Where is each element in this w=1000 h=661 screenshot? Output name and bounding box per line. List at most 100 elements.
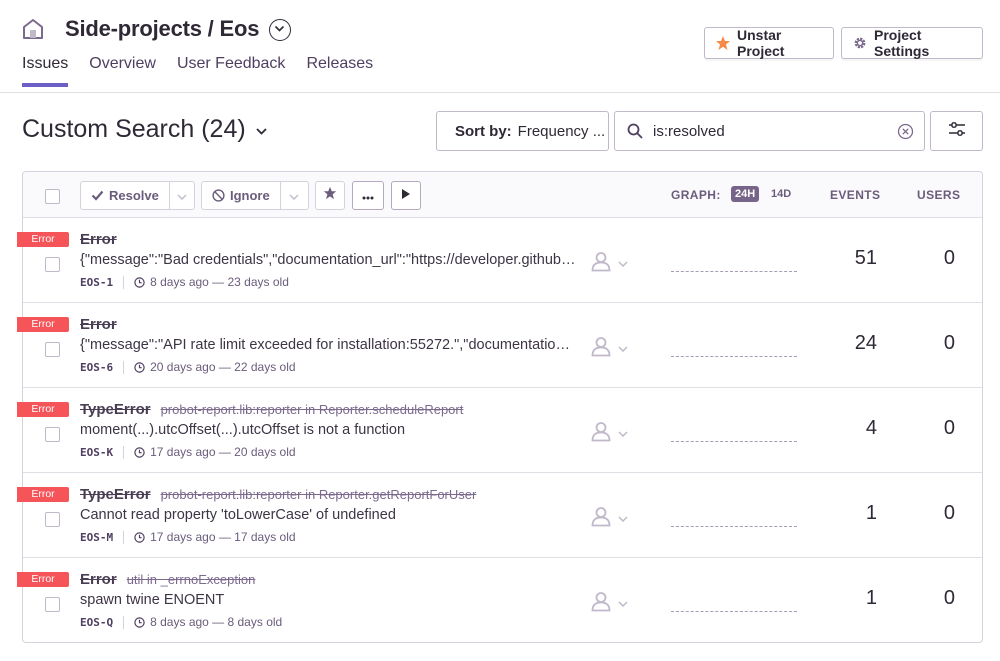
graph-range-24h[interactable]: 24H	[731, 186, 760, 202]
search-input[interactable]	[653, 122, 883, 140]
chevron-down-icon	[618, 600, 628, 607]
issue-row[interactable]: Error Error {"message":"Bad credentials"…	[17, 218, 982, 303]
tab-releases[interactable]: Releases	[306, 55, 373, 87]
resolve-button-group: Resolve	[80, 181, 195, 210]
issue-row[interactable]: Error Error util in _errnoException spaw…	[17, 558, 982, 643]
ellipsis-icon	[362, 187, 374, 205]
issue-type: Error	[80, 231, 117, 248]
issue-checkbox[interactable]	[45, 512, 60, 527]
event-graph	[671, 271, 797, 272]
issue-type: TypeError	[80, 486, 151, 503]
tab-issues[interactable]: Issues	[22, 55, 69, 87]
issue-short-id[interactable]: EOS-1	[80, 275, 125, 289]
issue-short-id[interactable]: EOS-M	[80, 530, 125, 544]
project-switcher-chevron-icon[interactable]	[269, 19, 292, 41]
graph-range-14d[interactable]: 14D	[767, 186, 795, 202]
graph-label: GRAPH:	[671, 188, 721, 202]
bookmark-button[interactable]	[315, 181, 345, 210]
event-count: 1	[865, 502, 877, 524]
unstar-project-button[interactable]: Unstar Project	[704, 27, 834, 59]
search-title: Custom Search (24)	[22, 115, 246, 143]
issue-type: TypeError	[80, 401, 151, 418]
issue-message: Cannot read property 'toLowerCase' of un…	[80, 507, 396, 523]
chevron-down-icon	[177, 187, 187, 205]
more-actions-button[interactable]	[352, 181, 384, 210]
user-count: 0	[943, 247, 955, 269]
sort-by-dropdown[interactable]: Sort by: Frequency ...	[436, 111, 609, 151]
project-settings-label: Project Settings	[874, 27, 930, 59]
issue-type: Error	[80, 316, 117, 333]
issue-short-id[interactable]: EOS-6	[80, 360, 125, 374]
event-graph	[671, 526, 797, 527]
gear-icon	[852, 35, 868, 51]
chevron-down-icon	[618, 345, 628, 352]
issue-message: moment(...).utcOffset(...).utcOffset is …	[80, 422, 406, 438]
issue-row[interactable]: Error TypeError probot-report.lib:report…	[17, 473, 982, 558]
chevron-down-icon	[256, 122, 267, 138]
issue-list-toolbar: Resolve Ignore GRAPH: 24H 14D EVENTS USE…	[23, 172, 982, 218]
issue-checkbox[interactable]	[45, 427, 60, 442]
issue-checkbox[interactable]	[45, 342, 60, 357]
event-count: 24	[854, 332, 877, 354]
assignee-selector[interactable]	[590, 250, 628, 277]
project-breadcrumb[interactable]: Side-projects / Eos	[65, 16, 259, 42]
issue-message: {"message":"Bad credentials","documentat…	[80, 252, 578, 268]
issue-title[interactable]: Error	[80, 316, 127, 333]
ignore-button-group: Ignore	[201, 181, 309, 210]
issue-meta: EOS-K 17 days ago — 20 days old	[80, 445, 296, 459]
issue-row[interactable]: Error Error {"message":"API rate limit e…	[17, 303, 982, 388]
level-badge: Error	[17, 572, 69, 587]
ignore-label: Ignore	[230, 188, 270, 203]
issue-meta: EOS-M 17 days ago — 17 days old	[80, 530, 296, 544]
chevron-down-icon	[618, 430, 628, 437]
select-all-checkbox[interactable]	[45, 189, 60, 204]
event-count: 1	[865, 587, 877, 609]
tab-overview[interactable]: Overview	[89, 55, 156, 87]
clear-search-icon[interactable]	[897, 123, 914, 145]
search-filters-button[interactable]	[930, 111, 983, 151]
page-header: Side-projects / Eos Issues Overview User…	[0, 0, 1000, 93]
issue-title[interactable]: Error	[80, 231, 127, 248]
issue-age: 8 days ago — 8 days old	[150, 615, 283, 629]
issue-short-id[interactable]: EOS-Q	[80, 615, 125, 629]
user-count: 0	[943, 502, 955, 524]
nav-tabs: Issues Overview User Feedback Releases	[22, 55, 394, 87]
assignee-selector[interactable]	[590, 335, 628, 362]
ignore-options-button[interactable]	[279, 182, 308, 209]
issue-culprit: probot-report.lib:reporter in Reporter.g…	[160, 487, 477, 502]
issue-short-id[interactable]: EOS-K	[80, 445, 125, 459]
issue-culprit: util in _errnoException	[126, 572, 256, 587]
chevron-down-icon	[618, 260, 628, 267]
saved-search-selector[interactable]: Custom Search (24)	[22, 115, 267, 144]
issue-list-panel: Resolve Ignore GRAPH: 24H 14D EVENTS USE…	[17, 171, 983, 643]
play-icon	[401, 187, 411, 205]
unstar-project-label: Unstar Project	[737, 27, 785, 59]
assignee-selector[interactable]	[590, 420, 628, 447]
resolve-button[interactable]: Resolve	[81, 182, 169, 209]
issue-meta: EOS-6 20 days ago — 22 days old	[80, 360, 296, 374]
events-column-header: EVENTS	[830, 188, 881, 202]
issue-checkbox[interactable]	[45, 257, 60, 272]
issue-checkbox[interactable]	[45, 597, 60, 612]
user-icon	[590, 420, 612, 447]
clock-icon	[134, 616, 145, 628]
issue-title[interactable]: TypeError probot-report.lib:reporter in …	[80, 486, 476, 503]
resolve-options-button[interactable]	[168, 182, 194, 209]
issue-row[interactable]: Error TypeError probot-report.lib:report…	[17, 388, 982, 473]
issue-age: 17 days ago — 17 days old	[150, 530, 296, 544]
ignore-button[interactable]: Ignore	[202, 182, 280, 209]
tab-user-feedback[interactable]: User Feedback	[177, 55, 286, 87]
issue-title[interactable]: Error util in _errnoException	[80, 571, 255, 588]
users-column-header: USERS	[917, 188, 961, 202]
issue-age: 20 days ago — 22 days old	[150, 360, 296, 374]
realtime-play-button[interactable]	[391, 181, 421, 210]
clock-icon	[134, 361, 145, 373]
user-count: 0	[943, 332, 955, 354]
assignee-selector[interactable]	[590, 590, 628, 617]
issue-title[interactable]: TypeError probot-report.lib:reporter in …	[80, 401, 463, 418]
project-settings-button[interactable]: Project Settings	[841, 27, 983, 59]
chevron-down-icon	[289, 187, 299, 205]
assignee-selector[interactable]	[590, 505, 628, 532]
level-badge: Error	[17, 317, 69, 332]
sliders-icon	[948, 121, 966, 141]
